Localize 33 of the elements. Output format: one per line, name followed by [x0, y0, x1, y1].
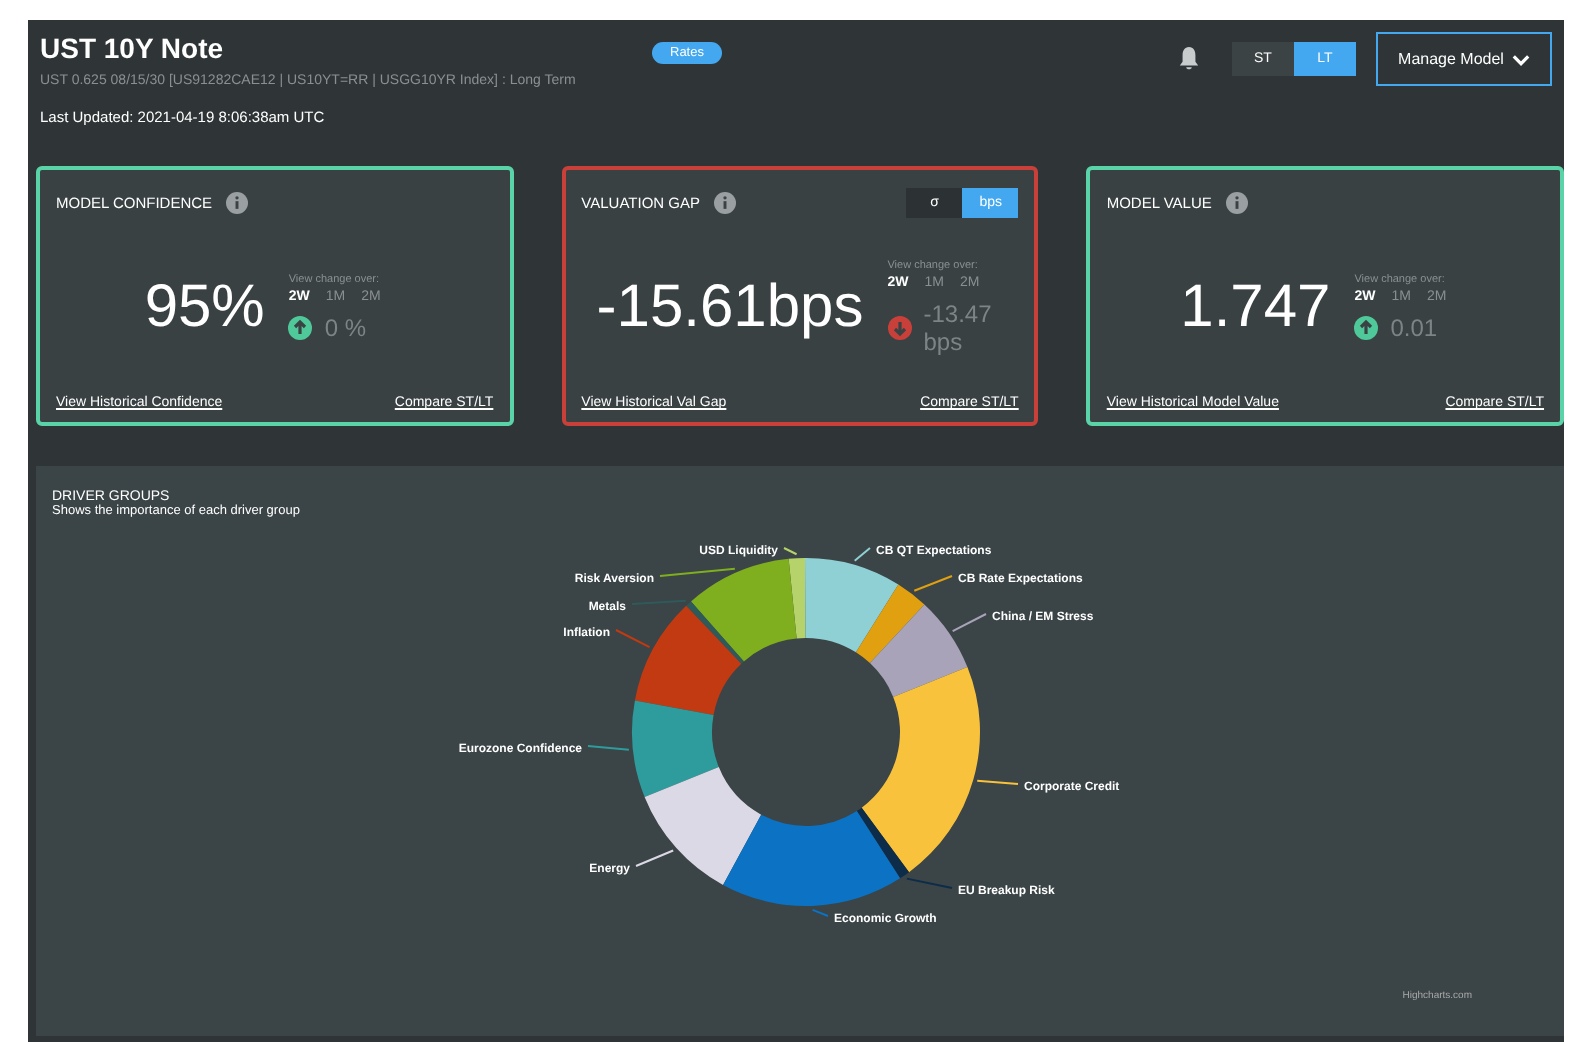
bell-icon[interactable]	[1178, 46, 1200, 72]
chart-slice[interactable]	[805, 558, 899, 653]
leader-line	[905, 877, 953, 889]
leader-line	[811, 908, 829, 917]
chart-slice[interactable]	[723, 811, 901, 906]
metric-value: -15.61bps	[596, 273, 864, 341]
change-value: 0.01	[1390, 313, 1438, 341]
chart-slice[interactable]	[869, 604, 968, 697]
chart-slice[interactable]	[632, 700, 719, 797]
chart-slice[interactable]	[644, 767, 762, 885]
page-title: UST 10Y Note	[40, 32, 224, 64]
info-icon[interactable]	[714, 191, 736, 213]
manage-model-button[interactable]: Manage Model	[1376, 32, 1552, 86]
leader-line	[853, 547, 871, 562]
chevron-down-icon	[1511, 53, 1530, 65]
chart-slice[interactable]	[856, 807, 910, 879]
chart-slice[interactable]	[861, 667, 980, 873]
change-value: -13.47 bps	[923, 299, 994, 355]
leader-line	[951, 613, 987, 633]
leader-line	[913, 575, 953, 592]
leader-line	[635, 849, 675, 867]
leader-line	[659, 567, 736, 577]
change-value: 0 %	[324, 313, 367, 341]
leader-line	[783, 547, 798, 556]
leader-line	[615, 629, 651, 649]
leader-line	[976, 779, 1019, 785]
chart-slice[interactable]	[691, 558, 797, 662]
metric-value: 1.747	[1180, 273, 1331, 341]
metric-value: 95%	[144, 273, 265, 341]
leader-line	[587, 745, 630, 751]
info-icon[interactable]	[1225, 191, 1248, 213]
chart-slice[interactable]	[855, 584, 925, 664]
info-icon[interactable]	[226, 191, 249, 213]
